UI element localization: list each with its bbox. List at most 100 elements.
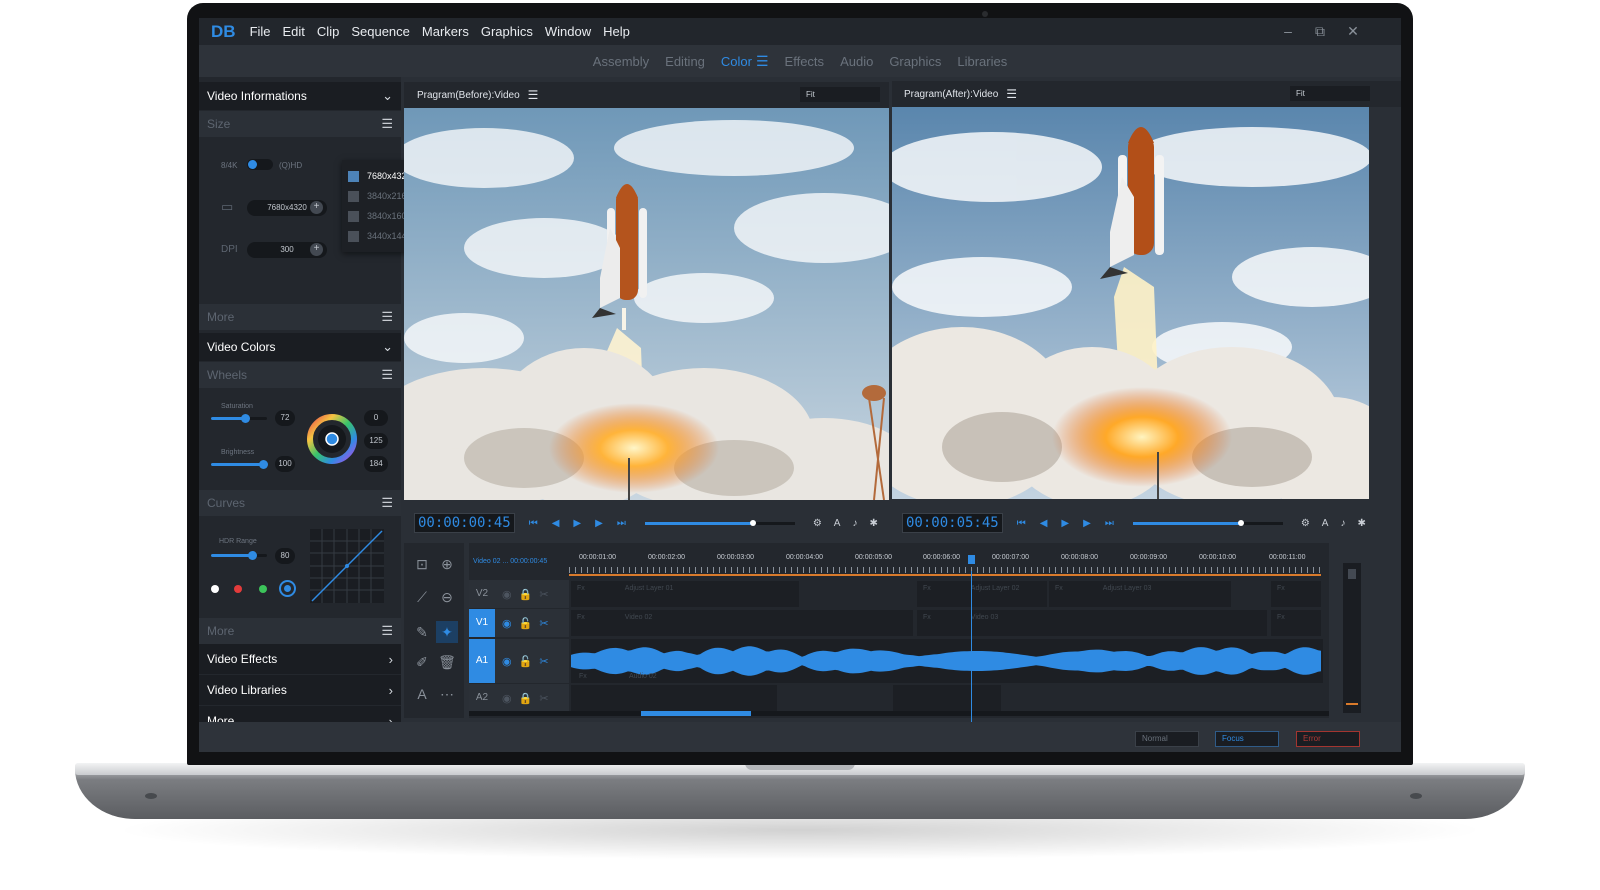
playhead-handle[interactable] (968, 555, 975, 564)
menu-icon[interactable]: ☰ (1006, 87, 1017, 101)
zoom-in-icon[interactable]: ⊕ (436, 553, 458, 575)
more-subheader[interactable]: More ☰ (199, 304, 401, 330)
eye-icon[interactable]: ◉ (502, 617, 512, 630)
settings-icon[interactable]: ⚙ (1301, 518, 1310, 529)
step-forward-icon[interactable]: ▶ (1083, 518, 1091, 529)
step-forward-icon[interactable]: ▶ (595, 518, 603, 529)
track-name[interactable]: A1 (469, 639, 495, 683)
before-video-frame[interactable] (404, 108, 889, 500)
razor-icon[interactable]: ⟋ (411, 586, 433, 608)
menu-icon[interactable]: ☰ (381, 309, 393, 325)
saturation-value[interactable]: 72 (275, 410, 295, 426)
tab-effects[interactable]: Effects (785, 54, 825, 69)
clip[interactable]: Fx Adjust Layer 01 (571, 581, 799, 607)
audio-icon[interactable]: ♪ (1340, 518, 1345, 529)
tab-audio[interactable]: Audio (840, 54, 873, 69)
tab-graphics[interactable]: Graphics (889, 54, 941, 69)
scrub-thumb[interactable] (1237, 519, 1244, 526)
eye-icon[interactable]: ◉ (502, 655, 512, 668)
wheels-subheader[interactable]: Wheels ☰ (199, 362, 401, 388)
zoom-out-icon[interactable]: ⊖ (436, 586, 458, 608)
step-back-icon[interactable]: ◀ (1040, 518, 1048, 529)
timecode[interactable]: 00:00:00:45 (414, 513, 515, 533)
trash-icon[interactable]: 🗑 (436, 651, 458, 673)
curves-subheader[interactable]: Curves ☰ (199, 490, 401, 516)
scrub-bar[interactable] (1132, 519, 1283, 526)
scrollbar-thumb[interactable] (641, 711, 751, 716)
scrub-thumb[interactable] (749, 519, 756, 526)
restore-icon[interactable]: ⧉ (1309, 21, 1331, 41)
workspace-menu-icon[interactable]: ☰ (756, 53, 769, 70)
text-icon[interactable]: A (1322, 518, 1329, 529)
clip[interactable]: Fx Video 02 (571, 610, 913, 636)
resolution-option[interactable]: 3440x1440 (348, 228, 412, 244)
scissors-icon[interactable]: ✂ (539, 588, 548, 601)
clip[interactable]: Fx Adjust Layer 02 (917, 581, 1047, 607)
menu-sequence[interactable]: Sequence (351, 24, 410, 39)
scrub-bar[interactable] (644, 519, 795, 526)
clip[interactable]: Fx Adjust Layer 03 (1049, 581, 1231, 607)
lock-icon[interactable]: 🔓 (519, 617, 533, 630)
go-to-end-icon[interactable]: ⏭ (1105, 518, 1114, 529)
menu-icon[interactable]: ☰ (381, 367, 393, 383)
close-icon[interactable]: ✕ (1342, 21, 1364, 41)
minimize-icon[interactable]: – (1277, 21, 1299, 41)
clip[interactable] (571, 685, 777, 711)
go-to-start-icon[interactable]: ⏮ (529, 518, 538, 529)
more-icon[interactable]: ⋯ (436, 683, 458, 705)
size-subheader[interactable]: Size ☰ (199, 111, 401, 137)
hdr-thumb[interactable] (248, 551, 257, 560)
menu-icon[interactable]: ☰ (381, 116, 393, 132)
curves-graph[interactable] (310, 529, 384, 603)
menu-help[interactable]: Help (603, 24, 630, 39)
video-libraries-header[interactable]: Video Libraries › (199, 675, 401, 705)
status-normal[interactable]: Normal (1135, 731, 1199, 747)
after-video-frame[interactable] (892, 107, 1369, 499)
video-informations-header[interactable]: Video Informations ⌄ (199, 82, 401, 110)
white-channel-dot[interactable] (211, 585, 219, 593)
fit-select[interactable]: Fit (1290, 86, 1370, 101)
scissors-icon[interactable]: ✂ (539, 655, 548, 668)
resolution-option[interactable]: 7680x4320 (348, 168, 412, 184)
wheel-value[interactable]: 184 (364, 456, 388, 472)
brightness-thumb[interactable] (259, 460, 268, 469)
resolution-option[interactable]: 3840x1600 (348, 208, 412, 224)
resolution-option[interactable]: 3840x2160 (348, 188, 412, 204)
track-name[interactable]: V2 (469, 580, 495, 608)
audio-waveform[interactable] (571, 639, 1323, 683)
menu-clip[interactable]: Clip (317, 24, 339, 39)
clip[interactable] (893, 685, 1001, 711)
status-focus[interactable]: Focus (1215, 731, 1279, 747)
status-error[interactable]: Error (1296, 731, 1360, 747)
lock-icon[interactable]: 🔓 (519, 655, 533, 668)
track-name[interactable]: V1 (469, 609, 495, 637)
resolution-toggle[interactable] (247, 159, 273, 170)
lock-icon[interactable]: 🔒 (519, 692, 533, 705)
saturation-thumb[interactable] (241, 414, 250, 423)
track-name[interactable]: A2 (469, 684, 495, 712)
timecode[interactable]: 00:00:05:45 (902, 513, 1003, 533)
video-effects-header[interactable]: Video Effects › (199, 644, 401, 674)
play-icon[interactable]: ▶ (573, 518, 581, 529)
menu-graphics[interactable]: Graphics (481, 24, 533, 39)
menu-markers[interactable]: Markers (422, 24, 469, 39)
plus-icon[interactable]: + (310, 201, 323, 214)
pin-icon[interactable]: ✦ (436, 621, 458, 643)
blue-channel-dot[interactable] (279, 580, 296, 597)
playhead[interactable] (968, 555, 975, 729)
tab-assembly[interactable]: Assembly (593, 54, 649, 69)
time-ruler[interactable]: 00:00:01:00 00:00:02:00 00:00:03:00 00:0… (569, 543, 1321, 577)
clip[interactable]: Fx Video 03 (917, 610, 1267, 636)
fit-view-icon[interactable]: ⊡ (411, 553, 433, 575)
go-to-start-icon[interactable]: ⏮ (1017, 518, 1026, 529)
color-wheel[interactable] (306, 413, 358, 465)
brightness-value[interactable]: 100 (275, 456, 295, 472)
effects-icon[interactable]: ✱ (869, 518, 877, 529)
menu-icon[interactable]: ☰ (528, 88, 539, 102)
menu-file[interactable]: File (250, 24, 271, 39)
timeline-scrollbar[interactable] (469, 711, 1329, 716)
hdr-value[interactable]: 80 (275, 548, 295, 564)
pen-icon[interactable]: ✎ (411, 621, 433, 643)
eye-icon[interactable]: ◉ (502, 588, 512, 601)
play-icon[interactable]: ▶ (1061, 518, 1069, 529)
